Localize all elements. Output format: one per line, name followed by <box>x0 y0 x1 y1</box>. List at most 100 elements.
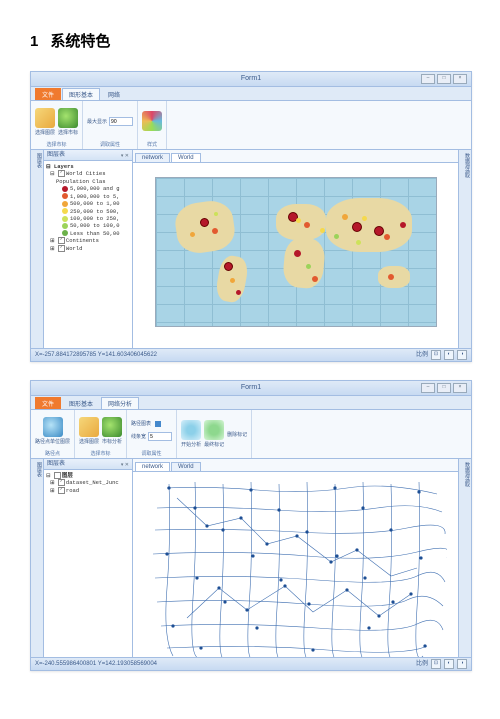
scale-widget[interactable]: 比例 ⊡ ◐ ◑ <box>416 349 467 361</box>
close-button[interactable]: × <box>453 74 467 84</box>
max-display-input[interactable] <box>109 117 133 126</box>
ribbon-tabstrip: 文件 图形基本 网络 <box>31 87 471 100</box>
doc-tab-network[interactable]: network <box>135 462 170 471</box>
network-graph <box>147 478 447 657</box>
tree-node: 100,000 to 250, <box>46 215 130 222</box>
marker-analysis-button[interactable]: 市标分析 <box>102 417 122 445</box>
group-label: 路径点 <box>45 450 60 457</box>
group-label: 调取属性 <box>100 141 120 148</box>
doc-tab-world[interactable]: World <box>171 153 201 162</box>
tab-graphics[interactable]: 图形基本 <box>62 88 100 100</box>
minimize-button[interactable]: – <box>421 383 435 393</box>
scatter-icon <box>181 420 201 440</box>
document-tabs: network World <box>133 150 458 163</box>
flag-icon <box>204 420 224 440</box>
folder-map-icon <box>35 108 55 128</box>
statusbar: X=-240.555986400801 Y=142.193058569004 比… <box>31 657 471 670</box>
toc-title[interactable]: 图层表 ▾ ✕ <box>44 150 132 161</box>
titlebar[interactable]: Form1 – □ × <box>31 381 471 396</box>
tree-node: Population Clas <box>46 178 130 185</box>
select-layer-button[interactable]: 选择图层 <box>35 108 55 136</box>
left-sidebar-tabs[interactable]: 图层表 <box>31 459 44 657</box>
style-button[interactable] <box>142 111 162 132</box>
pushpin-icon <box>102 417 122 437</box>
section-heading: 1 系统特色 <box>30 30 470 51</box>
max-display-label: 最大显示 <box>87 118 107 125</box>
minimize-button[interactable]: – <box>421 74 435 84</box>
window-title: Form1 <box>241 384 261 391</box>
palette-icon <box>142 111 162 131</box>
ribbon-group-select: 选择图层 市标分析 选择市标 <box>75 410 127 458</box>
app-window-2: Form1 – □ × 文件 图形基本 网络分析 路径点单位图层 路径点 <box>30 380 472 671</box>
path-table-label: 路径图表 <box>131 420 151 427</box>
tree-node: 250,000 to 500, <box>46 208 130 215</box>
zoom-in-icon[interactable]: ◑ <box>457 659 467 669</box>
ribbon-tabstrip: 文件 图形基本 网络分析 <box>31 396 471 409</box>
section-title-text: 系统特色 <box>50 33 110 50</box>
globe-pin-icon <box>43 417 63 437</box>
tab-network[interactable]: 网络 <box>101 88 127 100</box>
toc-panel: 图层表 ▾ ✕ ⊟ Layers ⊟ ✓World Cities Populat… <box>44 150 133 348</box>
line-width-input[interactable] <box>148 432 172 441</box>
select-marker-button[interactable]: 选择市标 <box>58 108 78 136</box>
pathpoint-layer-button[interactable]: 路径点单位图层 <box>35 417 70 445</box>
tree-node: 500,000 to 1,00 <box>46 200 130 207</box>
tab-file[interactable]: 文件 <box>35 397 61 409</box>
pin-icon[interactable]: ▾ ✕ <box>121 151 129 161</box>
pushpin-icon <box>58 108 78 128</box>
ribbon-group-display: 最大显示 调取属性 <box>83 101 138 149</box>
doc-tab-network[interactable]: network <box>135 153 170 162</box>
tree-node: ⊟ ✓World Cities <box>46 170 130 177</box>
scale-widget[interactable]: 比例 ⊡ ◐ ◑ <box>416 658 467 670</box>
delete-mark-button[interactable]: 删除标记 <box>227 431 247 438</box>
tree-node: 5,000,000 and g <box>46 185 130 192</box>
left-sidebar-tabs[interactable]: 图层表 <box>31 150 44 348</box>
tab-file[interactable]: 文件 <box>35 88 61 100</box>
coord-readout: X=-240.555986400801 Y=142.193058569004 <box>35 658 157 670</box>
tree-node: ⊞ ✓World <box>46 245 130 252</box>
group-label: 样式 <box>147 141 157 148</box>
toc-panel: 图层表 ▾ ✕ ⊟ 图层 ⊞ ✓dataset_Net_Junc ⊞ ✓road <box>44 459 133 657</box>
tree-node: ⊞ ✓road <box>46 487 130 494</box>
coord-readout: X=-257.884172895785 Y=141.603406045622 <box>35 349 157 361</box>
window-title: Form1 <box>241 75 261 82</box>
zoom-out-icon[interactable]: ◐ <box>444 659 454 669</box>
ribbon-group-pathpoint: 路径点单位图层 路径点 <box>31 410 75 458</box>
select-layer-button[interactable]: 选择图层 <box>79 417 99 445</box>
zoom-out-icon[interactable]: ◐ <box>444 350 454 360</box>
tree-node: ⊞ ✓Continents <box>46 237 130 244</box>
tab-graphics[interactable]: 图形基本 <box>62 397 100 409</box>
maximize-button[interactable]: □ <box>437 383 451 393</box>
start-analysis-button[interactable]: 开始分析 <box>181 420 201 448</box>
section-number: 1 <box>30 33 38 50</box>
workarea: 图层表 图层表 ▾ ✕ ⊟ 图层 ⊞ ✓dataset_Net_Junc ⊞ ✓… <box>31 459 471 657</box>
group-label: 选择市标 <box>91 450 111 457</box>
app-window-1: Form1 – □ × 文件 图形基本 网络 选择图层 选择市标 选择市标 <box>30 71 472 362</box>
titlebar[interactable]: Form1 – □ × <box>31 72 471 87</box>
statusbar: X=-257.884172895785 Y=141.603406045622 比… <box>31 348 471 361</box>
tree-root: ⊟ 图层 <box>46 472 130 479</box>
layer-tree[interactable]: ⊟ Layers ⊟ ✓World Cities Population Clas… <box>44 161 132 348</box>
layer-tree[interactable]: ⊟ 图层 ⊞ ✓dataset_Net_Junc ⊞ ✓road <box>44 470 132 657</box>
doc-tab-world[interactable]: World <box>171 462 201 471</box>
right-sidebar-tabs[interactable]: 数据源选取 <box>458 150 471 348</box>
fit-icon[interactable]: ⊡ <box>431 659 441 669</box>
line-width-label: 线条宽 <box>131 433 146 440</box>
right-sidebar-tabs[interactable]: 数据源选取 <box>458 459 471 657</box>
world-map <box>155 177 437 327</box>
tree-node: Less than 50,00 <box>46 230 130 237</box>
pin-icon[interactable]: ▾ ✕ <box>121 460 129 470</box>
zoom-in-icon[interactable]: ◑ <box>457 350 467 360</box>
folder-map-icon <box>79 417 99 437</box>
maximize-button[interactable]: □ <box>437 74 451 84</box>
ribbon-body: 路径点单位图层 路径点 选择图层 市标分析 选择市标 路径图表 <box>31 409 471 459</box>
toc-title[interactable]: 图层表 ▾ ✕ <box>44 459 132 470</box>
fit-icon[interactable]: ⊡ <box>431 350 441 360</box>
map-canvas[interactable] <box>133 163 458 348</box>
close-button[interactable]: × <box>453 383 467 393</box>
tab-network-analysis[interactable]: 网络分析 <box>101 397 139 409</box>
tree-root: ⊟ Layers <box>46 163 130 170</box>
ribbon-group-analyze: 开始分析 最终标记 删除标记 <box>177 410 252 458</box>
map-canvas[interactable] <box>133 472 458 657</box>
final-mark-button[interactable]: 最终标记 <box>204 420 224 448</box>
